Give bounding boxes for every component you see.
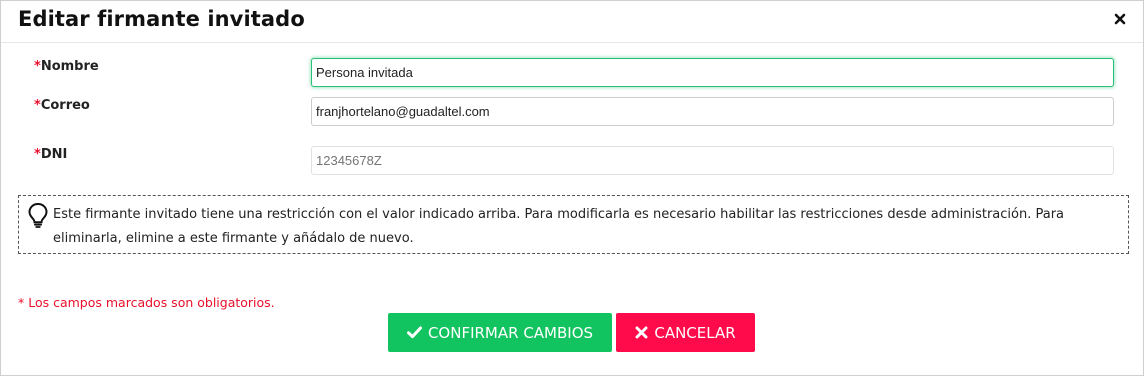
- nombre-input[interactable]: [311, 58, 1114, 87]
- required-marker: *: [34, 59, 41, 74]
- dni-label-text: DNI: [40, 147, 68, 162]
- x-icon: [635, 326, 648, 339]
- dialog-header: Editar firmante invitado: [1, 1, 1143, 43]
- required-fields-note: * Los campos marcados son obligatorios.: [18, 295, 275, 310]
- nombre-label-text: Nombre: [40, 59, 99, 74]
- notice-text: Este firmante invitado tiene una restric…: [53, 207, 1065, 246]
- cancel-button[interactable]: CANCELAR: [616, 313, 755, 352]
- restriction-notice: Este firmante invitado tiene una restric…: [18, 195, 1129, 254]
- edit-guest-signer-dialog: Editar firmante invitado *Nombre *Correo…: [0, 0, 1144, 376]
- nombre-label: *Nombre: [34, 59, 99, 74]
- dni-input[interactable]: [311, 146, 1114, 175]
- cancel-label: CANCELAR: [654, 323, 736, 342]
- correo-input[interactable]: [311, 97, 1114, 126]
- confirm-changes-label: CONFIRMAR CAMBIOS: [427, 323, 594, 342]
- correo-label: *Correo: [34, 98, 90, 113]
- required-marker: *: [34, 98, 41, 113]
- required-marker: *: [34, 147, 41, 162]
- check-icon: [406, 326, 422, 339]
- close-icon[interactable]: [1113, 11, 1127, 25]
- dni-label: *DNI: [34, 147, 67, 162]
- correo-label-text: Correo: [40, 98, 90, 113]
- dialog-title: Editar firmante invitado: [18, 7, 305, 31]
- lightbulb-icon: [27, 202, 49, 228]
- confirm-changes-button[interactable]: CONFIRMAR CAMBIOS: [388, 313, 612, 352]
